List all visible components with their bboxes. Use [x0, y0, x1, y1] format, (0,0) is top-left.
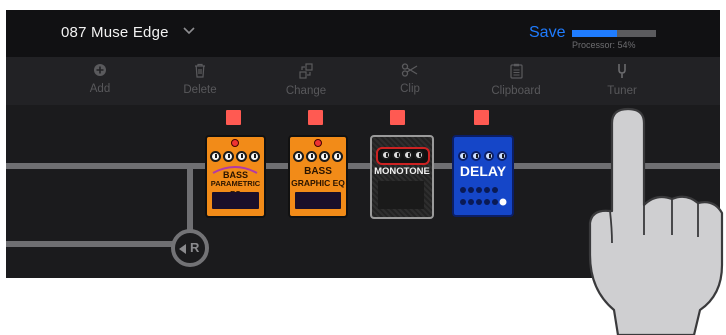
clip-label: Clip [400, 83, 420, 95]
edit-toolbar: Add Delete Change Clip Clipboard Tuner [6, 57, 720, 105]
knob[interactable] [236, 151, 247, 162]
knob[interactable] [414, 150, 424, 160]
knob[interactable] [381, 150, 391, 160]
change-label: Change [285, 85, 327, 97]
plus-circle-icon [94, 64, 106, 76]
save-button[interactable]: Save [529, 24, 565, 42]
swap-icon [299, 63, 313, 79]
knob[interactable] [306, 151, 317, 162]
knob[interactable] [210, 151, 221, 162]
return-rail [6, 241, 174, 247]
clipboard-button[interactable]: Clipboard [476, 63, 556, 99]
delay-dots-graphic [460, 187, 507, 206]
arrow-left-icon [179, 244, 186, 254]
footswitch[interactable] [295, 192, 341, 209]
pedal-name-line1: BASS [304, 166, 332, 177]
status-led [314, 139, 322, 147]
pedal-led[interactable] [226, 110, 241, 125]
return-routing-node[interactable]: R [171, 229, 209, 267]
add-label: Add [89, 83, 111, 95]
top-bar: 087 Muse Edge Save Processor: 54% [6, 10, 720, 57]
pedal-bass-parametric-eq[interactable]: BASS PARAMETRIC EQ [205, 135, 266, 218]
knob[interactable] [497, 151, 507, 161]
scissors-icon [401, 63, 418, 77]
footswitch[interactable] [378, 181, 424, 209]
chevron-down-icon[interactable] [182, 26, 196, 36]
tuner-button[interactable]: Tuner [582, 63, 662, 99]
knob[interactable] [332, 151, 343, 162]
processor-meter [572, 30, 656, 37]
knob[interactable] [249, 151, 260, 162]
knob[interactable] [392, 150, 402, 160]
clip-button[interactable]: Clip [370, 63, 450, 97]
tuner-label: Tuner [607, 85, 637, 97]
add-button[interactable]: Add [60, 63, 140, 97]
knob[interactable] [484, 151, 494, 161]
knob[interactable] [458, 151, 468, 161]
pedal-bass-graphic-eq[interactable]: BASS GRAPHIC EQ [288, 135, 348, 218]
pedal-led[interactable] [474, 110, 489, 125]
delete-label: Delete [183, 84, 217, 96]
knob[interactable] [293, 151, 304, 162]
tuning-fork-icon [618, 64, 626, 78]
pedal-led[interactable] [390, 110, 405, 125]
processor-meter-fill [572, 30, 618, 37]
pedal-delay[interactable]: DELAY [452, 135, 514, 217]
routing-label: R [190, 240, 200, 255]
knob[interactable] [319, 151, 330, 162]
trash-icon [195, 63, 205, 78]
status-led [231, 139, 239, 147]
preset-name[interactable]: 087 Muse Edge [61, 24, 169, 41]
delete-button[interactable]: Delete [160, 63, 240, 98]
clipboard-label: Clipboard [491, 85, 541, 97]
pedal-name-line1: DELAY [459, 163, 507, 179]
knob[interactable] [403, 150, 413, 160]
footswitch[interactable] [212, 192, 259, 209]
pedal-name-line1: MONOTONE [374, 166, 430, 177]
knob[interactable] [223, 151, 234, 162]
branch-rail [187, 163, 193, 239]
pedal-led[interactable] [308, 110, 323, 125]
knob[interactable] [471, 151, 481, 161]
clipboard-icon [509, 63, 523, 79]
pedal-name-line2: GRAPHIC EQ [291, 178, 345, 188]
pointing-hand-icon [588, 107, 724, 335]
change-button[interactable]: Change [266, 63, 346, 99]
pedal-monotone[interactable]: MONOTONE [370, 135, 434, 219]
processor-label: Processor: 54% [572, 40, 636, 50]
